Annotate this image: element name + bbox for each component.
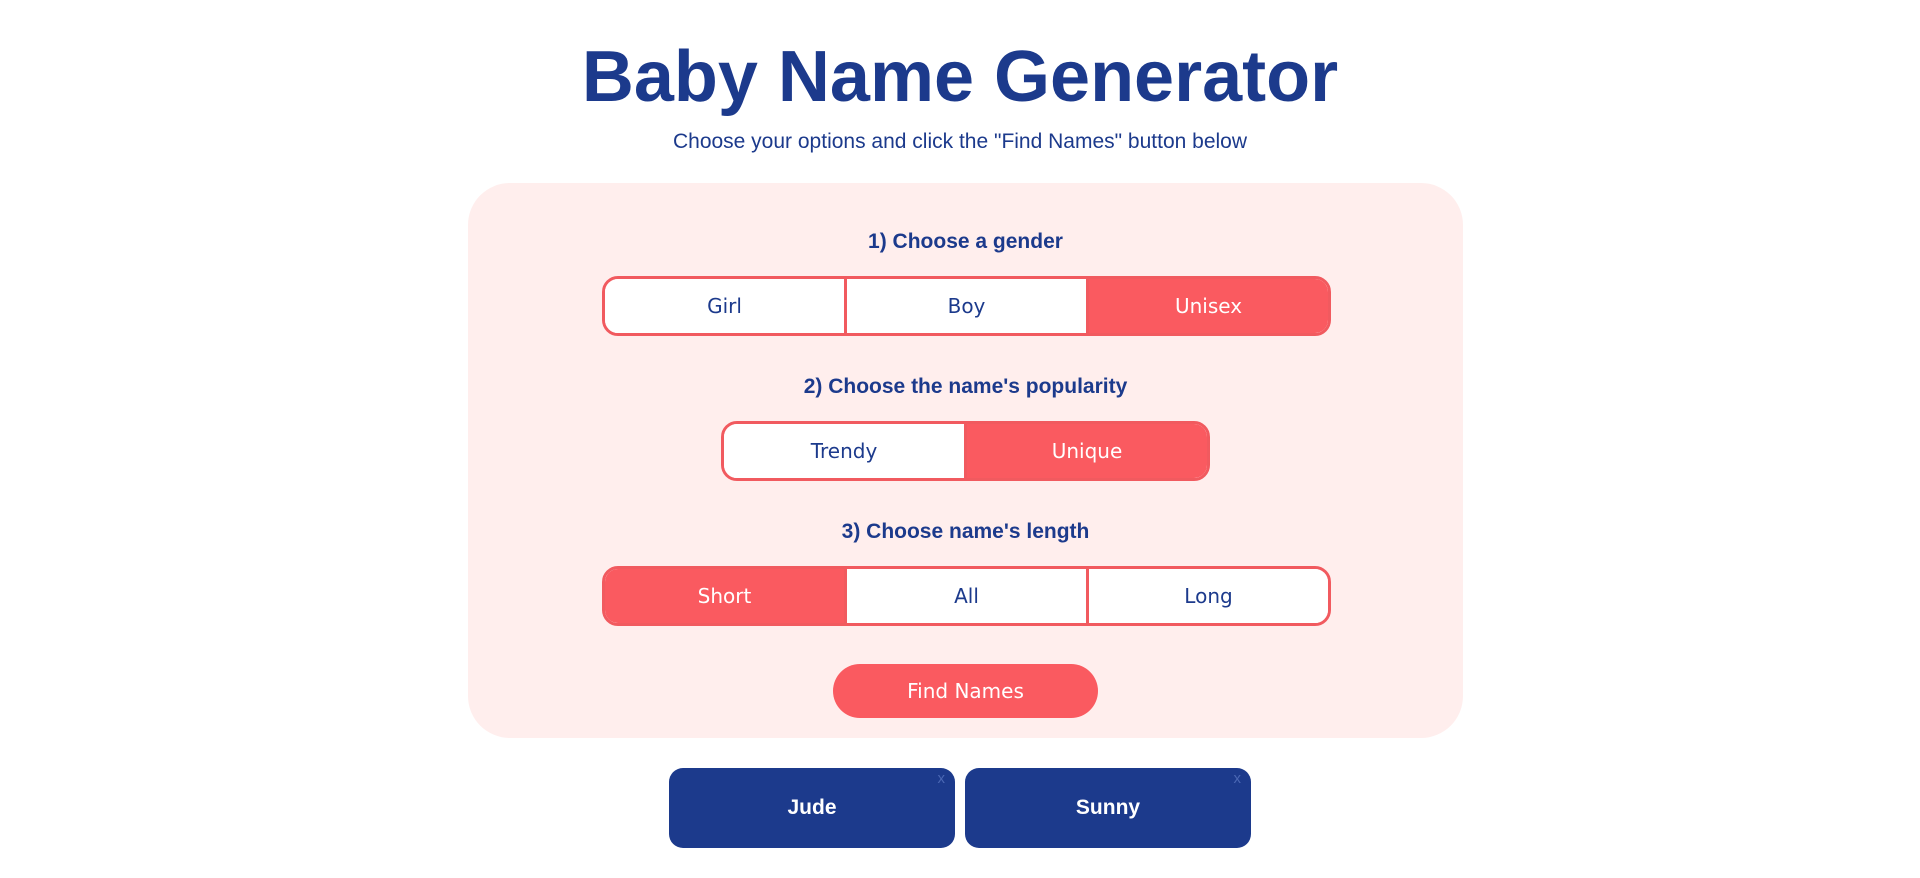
length-option-long[interactable]: Long [1086,569,1328,623]
length-option-short[interactable]: Short [605,569,844,623]
popularity-selector: Trendy Unique [721,421,1210,481]
page-title: Baby Name Generator [581,37,1339,117]
name-card-label: Sunny [1075,796,1141,819]
name-card[interactable]: Jude x [669,768,955,848]
name-card[interactable]: Sunny x [965,768,1251,848]
options-panel: 1) Choose a gender Girl Boy Unisex 2) Ch… [468,183,1463,738]
popularity-option-unique[interactable]: Unique [964,424,1207,478]
length-step-label: 3) Choose name's length [841,520,1090,543]
results-list: Jude x Sunny x [0,768,1920,848]
gender-step-label: 1) Choose a gender [868,230,1063,253]
gender-option-unisex[interactable]: Unisex [1086,279,1328,333]
popularity-option-trendy[interactable]: Trendy [724,424,964,478]
popularity-step-label: 2) Choose the name's popularity [803,375,1128,398]
remove-name-icon[interactable]: x [1234,770,1242,787]
name-card-label: Jude [787,796,837,819]
gender-option-boy[interactable]: Boy [844,279,1086,333]
length-option-all[interactable]: All [844,569,1086,623]
remove-name-icon[interactable]: x [938,770,946,787]
find-names-button[interactable]: Find Names [833,664,1098,718]
page-subtitle: Choose your options and click the "Find … [672,130,1248,153]
length-selector: Short All Long [602,566,1331,626]
baby-name-generator-app: Baby Name Generator Choose your options … [0,0,1920,878]
gender-option-girl[interactable]: Girl [605,279,844,333]
gender-selector: Girl Boy Unisex [602,276,1331,336]
